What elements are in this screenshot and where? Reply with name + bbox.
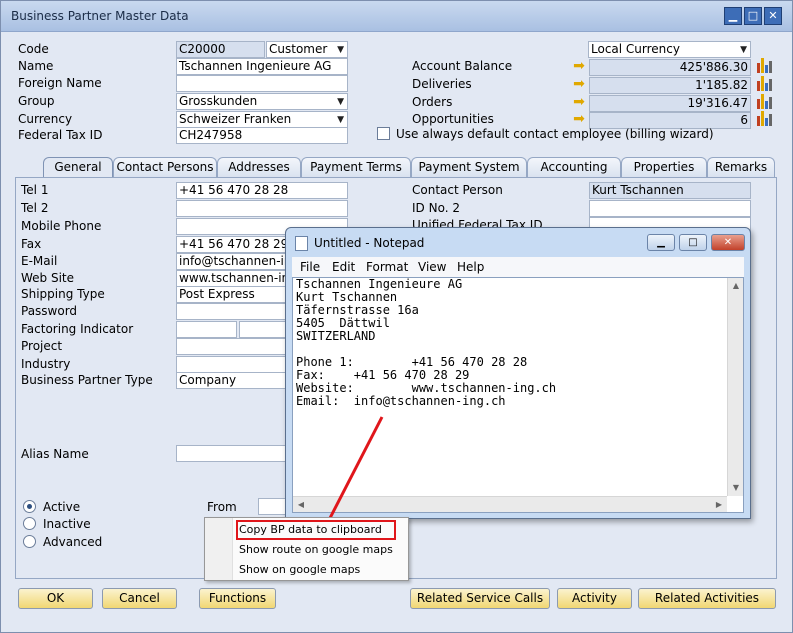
- menu-gutter: [205, 518, 233, 580]
- menu-item-show-route[interactable]: Show route on google maps: [239, 541, 393, 559]
- menu-item-copy-bp-data[interactable]: Copy BP data to clipboard: [239, 521, 382, 539]
- functions-context-menu: Copy BP data to clipboard Show route on …: [204, 517, 409, 581]
- menu-item-show-on-maps[interactable]: Show on google maps: [239, 561, 360, 579]
